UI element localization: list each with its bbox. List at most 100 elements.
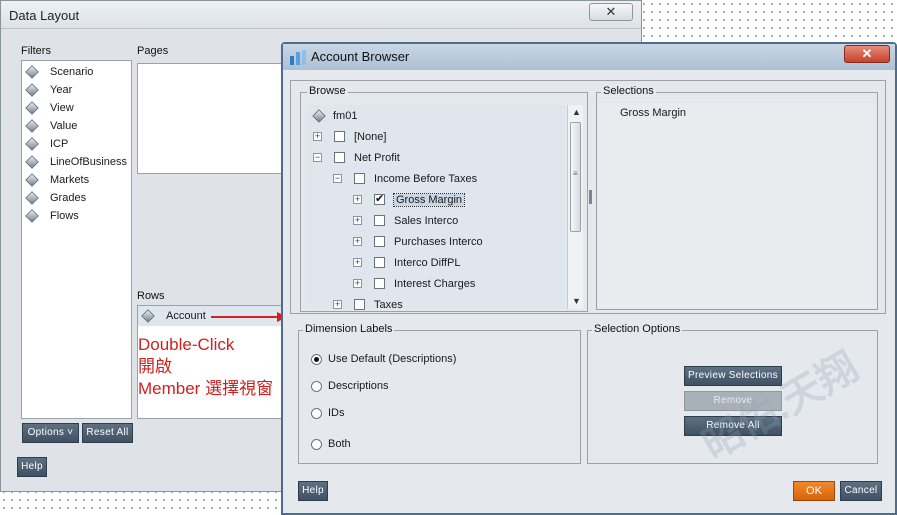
grip-icon: ≡ (573, 169, 578, 178)
filter-item[interactable]: View (22, 99, 131, 117)
scroll-down-icon[interactable]: ▼ (572, 296, 581, 306)
selection-options-title: Selection Options (592, 323, 683, 335)
tree-node-label: Interco DiffPL (394, 256, 461, 269)
annotation-text: Double-Click 開啟 Member 選擇視窗 (138, 334, 288, 400)
expand-icon[interactable]: + (313, 132, 322, 141)
expand-icon[interactable]: + (353, 216, 362, 225)
tree-node-label: Income Before Taxes (374, 172, 478, 185)
ok-button[interactable]: OK (793, 481, 835, 501)
tree-node[interactable]: − Income Before Taxes (305, 168, 565, 189)
filter-item[interactable]: Scenario (22, 63, 131, 81)
scroll-up-icon[interactable]: ▲ (572, 107, 581, 117)
expand-icon[interactable]: + (353, 195, 362, 204)
filter-item[interactable]: Markets (22, 171, 131, 189)
collapse-icon[interactable]: − (333, 174, 342, 183)
filter-item[interactable]: ICP (22, 135, 131, 153)
dimension-icon (25, 83, 39, 97)
collapse-icon[interactable]: − (313, 153, 322, 162)
dimension-label-option[interactable]: Use Default (Descriptions) (311, 353, 456, 365)
tree-node-label: [None] (354, 130, 387, 143)
filter-item-label: View (50, 102, 74, 114)
member-tree[interactable]: fm01 + [None] − Net Profit − Income Before Tax… (305, 105, 565, 311)
annotation-arrow (211, 312, 287, 322)
dimension-label-option[interactable]: Descriptions (311, 380, 389, 392)
tree-node-label: Gross Margin (392, 192, 466, 207)
radio-button[interactable] (311, 407, 322, 419)
close-icon: ✕ (861, 46, 873, 61)
dimension-icon (25, 191, 39, 205)
filter-item[interactable]: Year (22, 81, 131, 99)
dimension-label-option[interactable]: Both (311, 438, 351, 450)
browse-label: Browse (307, 85, 348, 97)
scrollbar-thumb[interactable]: ≡ (570, 122, 581, 232)
tree-node[interactable]: + [None] (305, 126, 565, 147)
options-button-label: Options (27, 427, 65, 438)
data-layout-titlebar: Data Layout ✕ (1, 1, 641, 29)
account-browser-window: Account Browser ✕ Browse fm01 + [None] − Net… (281, 42, 897, 515)
filter-item[interactable]: Flows (22, 207, 131, 225)
radio-button[interactable] (311, 380, 322, 392)
dimension-icon (25, 65, 39, 79)
rows-label: Rows (137, 290, 165, 302)
selections-list[interactable]: Gross Margin (598, 103, 876, 308)
annotation-line-1: Double-Click (138, 335, 235, 354)
filter-item-label: Grades (50, 192, 87, 204)
filter-item-label: Flows (50, 210, 79, 222)
selection-item[interactable]: Gross Margin (620, 107, 686, 119)
close-button[interactable]: ✕ (589, 3, 633, 21)
cancel-button[interactable]: Cancel (840, 481, 882, 501)
member-checkbox[interactable] (374, 278, 385, 289)
tree-node[interactable]: + Sales Interco (305, 210, 565, 231)
radio-label: Use Default (Descriptions) (328, 353, 457, 365)
dimension-icon (25, 119, 39, 133)
expand-icon[interactable]: + (353, 279, 362, 288)
radio-button[interactable] (311, 438, 322, 450)
member-checkbox[interactable] (354, 299, 365, 310)
radio-label: IDs (328, 407, 345, 419)
tree-node[interactable]: + ✔ Gross Margin (305, 189, 565, 210)
member-checkbox[interactable] (374, 236, 385, 247)
dimension-icon (25, 209, 39, 223)
pages-list[interactable] (137, 63, 287, 174)
tree-node[interactable]: fm01 (305, 105, 565, 126)
dimension-labels-group: Dimension Labels Use Default (Descriptio… (298, 323, 581, 464)
app-icon (290, 50, 306, 65)
dimension-label-option[interactable]: IDs (311, 407, 345, 419)
splitter-handle[interactable] (589, 190, 592, 204)
member-checkbox[interactable] (374, 215, 385, 226)
options-button[interactable]: Options ˅ (22, 423, 79, 443)
filter-item-label: ICP (50, 138, 69, 150)
help-button[interactable]: Help (298, 481, 328, 501)
filters-list[interactable]: Scenario Year View Value ICP LineOfBusiness Ma… (21, 60, 132, 419)
close-button[interactable]: ✕ (844, 45, 890, 63)
filter-item-label: Year (50, 84, 73, 96)
annotation-line-3: Member 選擇視窗 (138, 379, 274, 398)
filter-item[interactable]: Grades (22, 189, 131, 207)
filter-item[interactable]: LineOfBusiness (22, 153, 131, 171)
expand-icon[interactable]: + (353, 258, 362, 267)
row-item-label: Account (166, 310, 206, 322)
expand-icon[interactable]: + (333, 300, 342, 309)
member-checkbox[interactable]: ✔ (374, 194, 385, 205)
tree-node[interactable]: + Purchases Interco (305, 231, 565, 252)
tree-node[interactable]: + Interco DiffPL (305, 252, 565, 273)
filter-item[interactable]: Value (22, 117, 131, 135)
tree-node[interactable]: − Net Profit (305, 147, 565, 168)
expand-icon[interactable]: + (353, 237, 362, 246)
tree-node-label: Purchases Interco (394, 235, 483, 248)
member-checkbox[interactable] (374, 257, 385, 268)
tree-node-label: Taxes (374, 298, 403, 311)
member-checkbox[interactable] (334, 152, 345, 163)
member-checkbox[interactable] (334, 131, 345, 142)
radio-button[interactable] (311, 353, 322, 365)
reset-all-button[interactable]: Reset All (82, 423, 133, 443)
tree-node[interactable]: + Taxes (305, 294, 565, 315)
member-checkbox[interactable] (354, 173, 365, 184)
radio-label: Both (328, 438, 351, 450)
tree-node[interactable]: + Interest Charges (305, 273, 565, 294)
help-button[interactable]: Help (17, 457, 47, 477)
tree-scrollbar[interactable]: ▲ ≡ ▼ (567, 105, 583, 309)
window-title: Data Layout (9, 8, 80, 23)
filter-item-label: Value (50, 120, 78, 132)
dimension-icon (25, 101, 39, 115)
